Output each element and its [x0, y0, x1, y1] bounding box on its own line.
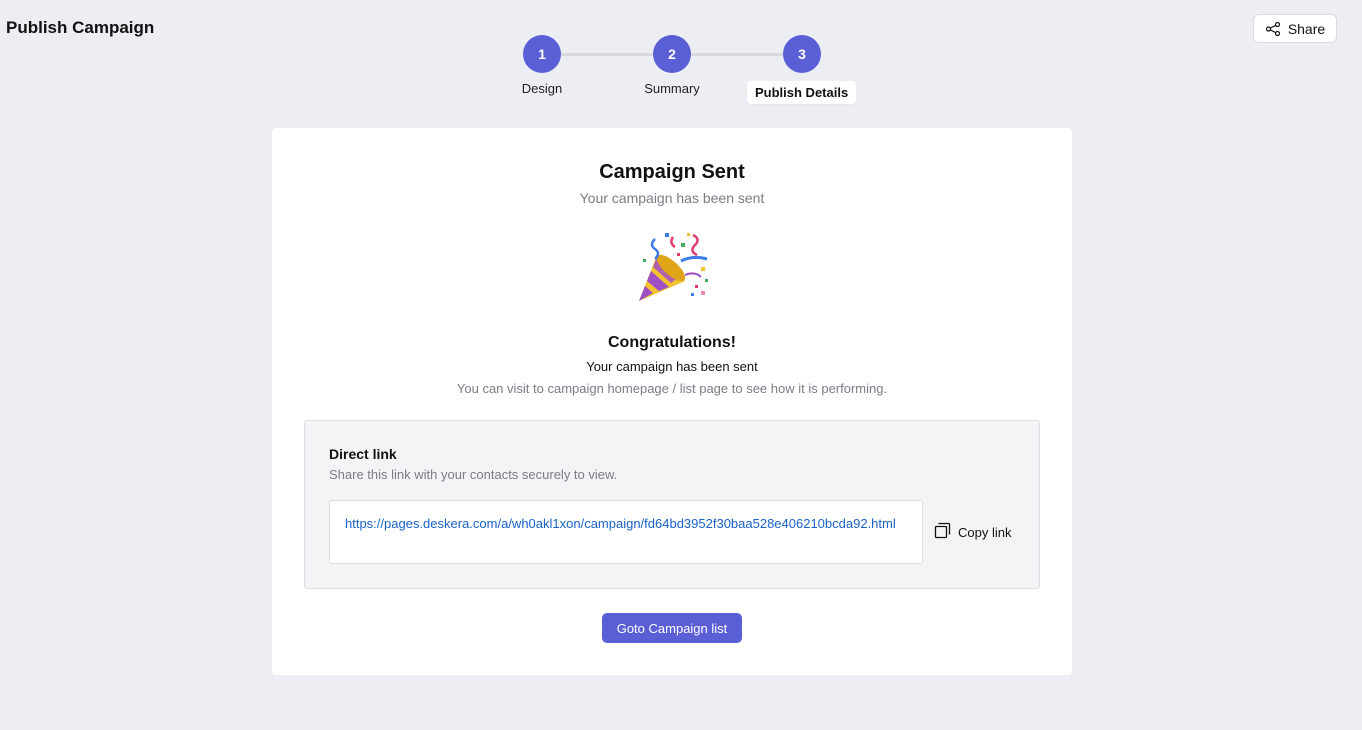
direct-link-url-field[interactable]: https://pages.deskera.com/a/wh0akl1xon/c… [329, 500, 923, 564]
step-1-circle[interactable]: 1 [523, 35, 561, 73]
step-3-label: Publish Details [747, 81, 857, 104]
stepper-connector [691, 53, 783, 56]
copy-link-button[interactable]: Copy link [934, 522, 1011, 542]
step-3-circle[interactable]: 3 [783, 35, 821, 73]
party-popper-icon [635, 231, 711, 305]
page-title: Publish Campaign [6, 18, 155, 37]
direct-link-panel: Direct link Share this link with your co… [304, 420, 1040, 589]
step-2-label: Summary [644, 81, 700, 96]
share-button[interactable]: Share [1253, 14, 1337, 43]
congrats-title: Congratulations! [608, 334, 736, 351]
card-subtitle: Your campaign has been sent [579, 190, 765, 206]
campaign-sent-card: Campaign Sent Your campaign has been sen… [272, 128, 1072, 675]
congrats-subtitle: Your campaign has been sent [586, 359, 758, 374]
copy-link-label: Copy link [958, 524, 1012, 540]
step-2-circle[interactable]: 2 [653, 35, 691, 73]
share-icon [1265, 21, 1281, 37]
direct-link-description: Share this link with your contacts secur… [329, 467, 618, 482]
card-title: Campaign Sent [599, 161, 745, 183]
share-label: Share [1287, 20, 1326, 37]
stepper-connector [561, 53, 653, 56]
direct-link-title: Direct link [329, 446, 397, 462]
step-1-label: Design [521, 81, 563, 96]
copy-icon [934, 522, 951, 542]
goto-campaign-list-button[interactable]: Goto Campaign list [602, 613, 742, 643]
congrats-hint: You can visit to campaign homepage / lis… [456, 381, 888, 396]
